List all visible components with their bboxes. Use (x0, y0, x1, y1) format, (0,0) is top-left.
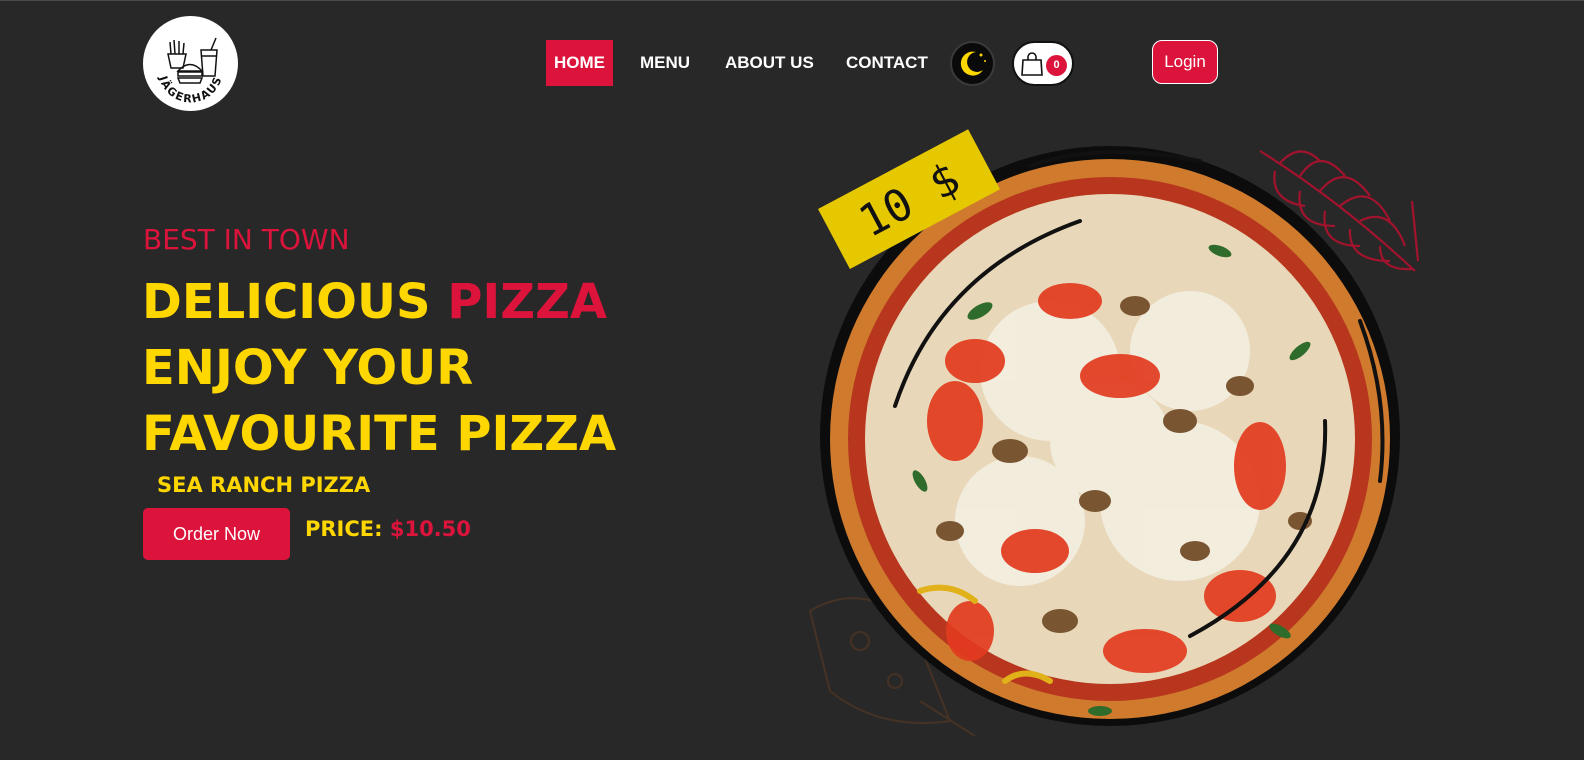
headline-pizza: PIZZA (447, 274, 608, 330)
logo-food-icon: JÄGERHAUS (156, 37, 223, 106)
moon-icon (960, 51, 986, 76)
nav-contact-link[interactable]: CONTACT (846, 40, 928, 86)
login-button[interactable]: Login (1152, 40, 1218, 84)
headline-line-1: DELICIOUS PIZZA (142, 269, 616, 335)
nav-home-link[interactable]: HOME (546, 40, 613, 86)
cart-count-badge: 0 (1046, 55, 1067, 76)
price-label: PRICE: (305, 517, 383, 541)
hero-eyebrow: BEST IN TOWN (143, 223, 350, 256)
nav-menu-link[interactable]: MENU (640, 40, 690, 86)
shopping-bag-icon (1021, 52, 1043, 76)
hero-headline: DELICIOUS PIZZA ENJOY YOUR FAVOURITE PIZ… (142, 269, 616, 467)
product-name: SEA RANCH PIZZA (157, 473, 371, 497)
product-price: PRICE: $10.50 (305, 517, 471, 541)
headline-delicious: DELICIOUS (142, 274, 431, 330)
order-now-button[interactable]: Order Now (143, 508, 290, 560)
nav-about-link[interactable]: ABOUT US (725, 40, 814, 86)
headline-line-2: ENJOY YOUR (142, 340, 474, 396)
theme-toggle-button[interactable] (950, 41, 995, 86)
cart-button[interactable]: 0 (1012, 41, 1074, 86)
hero-pizza-art: 10 $ (800, 121, 1440, 760)
logo[interactable]: JÄGERHAUS (143, 16, 238, 111)
headline-line-3: FAVOURITE PIZZA (142, 406, 617, 462)
price-value: $10.50 (389, 517, 471, 541)
